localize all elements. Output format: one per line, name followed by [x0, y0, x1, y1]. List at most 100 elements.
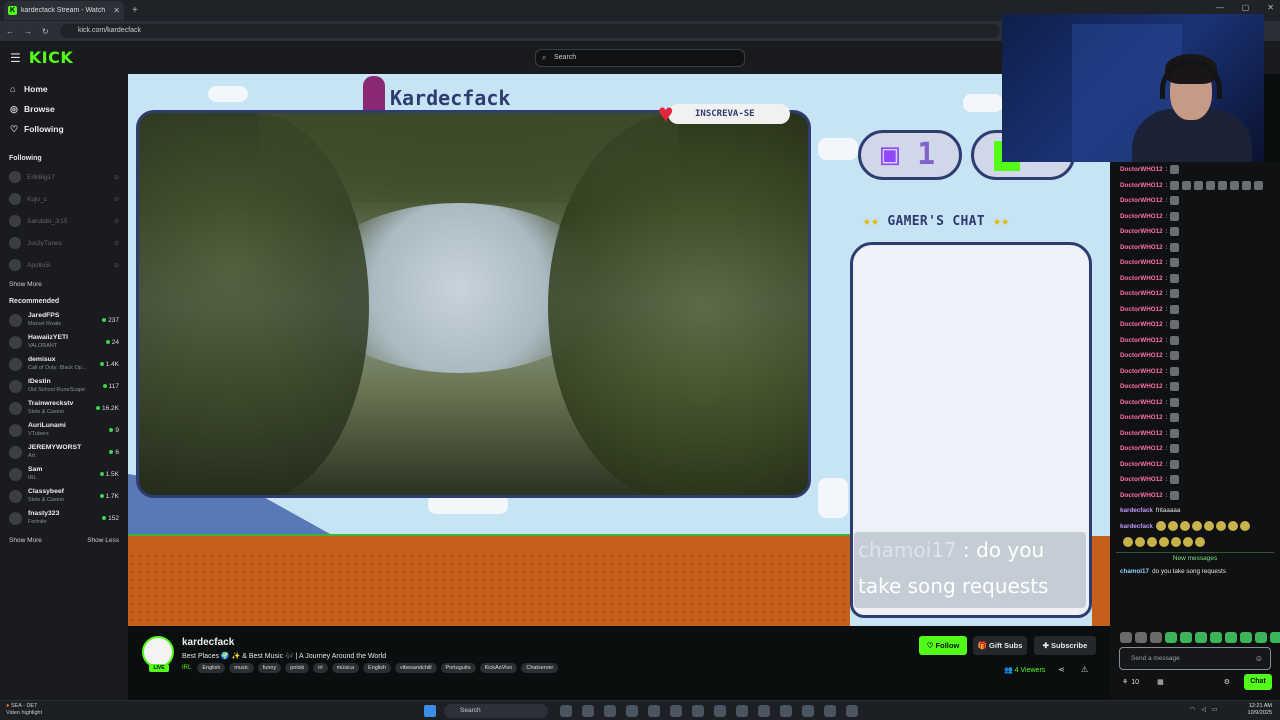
chat-username[interactable]: DoctorWHO12	[1120, 414, 1163, 421]
app-icon[interactable]	[780, 705, 792, 717]
chat-username[interactable]: DoctorWHO12	[1120, 352, 1163, 359]
search-input[interactable]: ⌕ Search	[535, 49, 745, 67]
tag[interactable]: funny	[257, 663, 282, 673]
tag[interactable]: English	[197, 663, 226, 673]
chat-username[interactable]: DoctorWHO12	[1120, 430, 1163, 437]
url-field[interactable]: kick.com/kardecfack	[60, 24, 1000, 38]
new-messages-divider[interactable]: New messages	[1116, 551, 1274, 562]
chat-username[interactable]: DoctorWHO12	[1120, 399, 1163, 406]
back-icon[interactable]: ←	[6, 27, 14, 36]
volume-icon[interactable]: ◁	[1201, 706, 1206, 713]
reload-icon[interactable]: ↻	[42, 27, 49, 36]
close-tab-icon[interactable]: ✕	[113, 6, 120, 15]
new-tab-button[interactable]: +	[132, 5, 138, 16]
recommended-item[interactable]: IDestin Old School RuneScape 117	[0, 375, 128, 397]
forward-icon[interactable]: →	[24, 27, 32, 36]
app-icon[interactable]	[670, 705, 682, 717]
share-icon[interactable]: ⋖	[1058, 665, 1065, 674]
battery-icon[interactable]: ▭	[1212, 706, 1218, 713]
subscribe-button[interactable]: ✚ Subscribe	[1034, 636, 1096, 655]
app-icon[interactable]	[604, 705, 616, 717]
app-icon[interactable]	[758, 705, 770, 717]
chat-username[interactable]: DoctorWHO12	[1120, 476, 1163, 483]
follow-button[interactable]: ♡ Follow	[919, 636, 967, 655]
following-item[interactable]: ErikBig17 ⊘	[0, 166, 128, 188]
app-icon[interactable]	[582, 705, 594, 717]
following-item[interactable]: Sarutobi_Jr15 ⊘	[0, 210, 128, 232]
kick-logo[interactable]: KICK	[29, 48, 74, 67]
chat-username[interactable]: kardecfack	[1120, 523, 1153, 530]
recommended-item[interactable]: HawaiizYETI VALORANT 24	[0, 331, 128, 353]
calendar-icon[interactable]: ▦	[1157, 678, 1164, 686]
wifi-icon[interactable]: ◠	[1190, 706, 1195, 713]
minimize-icon[interactable]: —	[1216, 3, 1224, 12]
tag[interactable]: vibesandchill	[395, 663, 437, 673]
chat-username[interactable]: DoctorWHO12	[1120, 290, 1163, 297]
tag[interactable]: KickAoVivo	[479, 663, 518, 673]
app-icon[interactable]	[648, 705, 660, 717]
chat-username[interactable]: DoctorWHO12	[1120, 197, 1163, 204]
chat-username[interactable]: DoctorWHO12	[1120, 383, 1163, 390]
chat-username[interactable]: DoctorWHO12	[1120, 275, 1163, 282]
nav-home[interactable]: ⌂ Home	[0, 79, 128, 99]
menu-icon[interactable]: ☰	[10, 51, 21, 65]
nav-browse[interactable]: ◎ Browse	[0, 99, 128, 119]
show-more-following[interactable]: Show More	[0, 281, 128, 288]
recommended-item[interactable]: JEREMYWORST Art 6	[0, 441, 128, 463]
recommended-item[interactable]: JaredFPS Marvel Rivals 237	[0, 309, 128, 331]
weather-widget[interactable]: ● SEA - DET Video highlight	[6, 703, 42, 717]
chat-username[interactable]: DoctorWHO12	[1120, 244, 1163, 251]
channel-name[interactable]: kardecfack	[182, 637, 234, 648]
nav-following[interactable]: ♡ Following	[0, 119, 128, 139]
chat-username[interactable]: DoctorWHO12	[1120, 306, 1163, 313]
following-item[interactable]: Jos3yTunes ⊘	[0, 232, 128, 254]
settings-icon[interactable]: ⚙	[1224, 678, 1230, 686]
following-item[interactable]: Kujo_c ⊘	[0, 188, 128, 210]
emoji-icon[interactable]: ☺	[1255, 648, 1263, 669]
app-icon[interactable]	[714, 705, 726, 717]
tag[interactable]: música	[331, 663, 359, 673]
video-player[interactable]: Kardecfack INSCREVA-SE ♥ ▣ 1 ★★ GAMER'S …	[128, 74, 1110, 626]
gift-subs-button[interactable]: 🎁 Gift Subs	[973, 636, 1027, 655]
show-less-recommended[interactable]: Show Less	[87, 537, 119, 544]
app-icon[interactable]	[736, 705, 748, 717]
following-item[interactable]: Apollo5l ⊘	[0, 254, 128, 276]
maximize-icon[interactable]: ▢	[1242, 3, 1250, 12]
windows-start-icon[interactable]	[424, 705, 436, 717]
app-icon[interactable]	[692, 705, 704, 717]
tag[interactable]: polski	[285, 663, 310, 673]
chat-username[interactable]: kardecfack	[1120, 507, 1153, 514]
chat-username[interactable]: DoctorWHO12	[1120, 213, 1163, 220]
chat-username[interactable]: DoctorWHO12	[1120, 368, 1163, 375]
channel-avatar[interactable]: LIVE	[142, 636, 174, 672]
recommended-item[interactable]: fnasty323 Fortnite 152	[0, 507, 128, 529]
app-icon[interactable]	[802, 705, 814, 717]
chat-username[interactable]: DoctorWHO12	[1120, 182, 1163, 189]
chat-username[interactable]: DoctorWHO12	[1120, 461, 1163, 468]
chat-send-button[interactable]: Chat	[1244, 674, 1272, 690]
tag[interactable]: Chatserver	[521, 663, 559, 673]
browser-tab[interactable]: K kardecfack Stream - Watch ✕	[4, 1, 124, 20]
category-link[interactable]: IRL	[182, 665, 191, 671]
chat-username[interactable]: DoctorWHO12	[1120, 228, 1163, 235]
chat-username[interactable]: DoctorWHO12	[1120, 166, 1163, 173]
chat-input[interactable]: Send a message ☺	[1119, 647, 1271, 670]
app-icon[interactable]	[626, 705, 638, 717]
chat-username[interactable]: DoctorWHO12	[1120, 445, 1163, 452]
tag[interactable]: English	[363, 663, 392, 673]
close-window-icon[interactable]: ✕	[1267, 3, 1274, 12]
recommended-item[interactable]: AuriLunami VTubers 9	[0, 419, 128, 441]
taskbar-search[interactable]: Search	[444, 704, 548, 718]
chat-username[interactable]: DoctorWHO12	[1120, 321, 1163, 328]
chat-username[interactable]: DoctorWHO12	[1120, 337, 1163, 344]
app-icon[interactable]	[846, 705, 858, 717]
points-icon[interactable]: ⚘	[1122, 678, 1128, 686]
show-more-recommended[interactable]: Show More	[9, 537, 42, 544]
report-icon[interactable]: ⚠	[1081, 665, 1088, 674]
clock[interactable]: 12:21 AM 10/9/2025	[1248, 703, 1272, 717]
chat-username[interactable]: chamoi17	[1120, 568, 1149, 575]
tag[interactable]: Português	[440, 663, 476, 673]
app-icon[interactable]	[560, 705, 572, 717]
recommended-item[interactable]: Sam IRL 1.5K	[0, 463, 128, 485]
recommended-item[interactable]: Classybeef Slots & Casino 1.7K	[0, 485, 128, 507]
